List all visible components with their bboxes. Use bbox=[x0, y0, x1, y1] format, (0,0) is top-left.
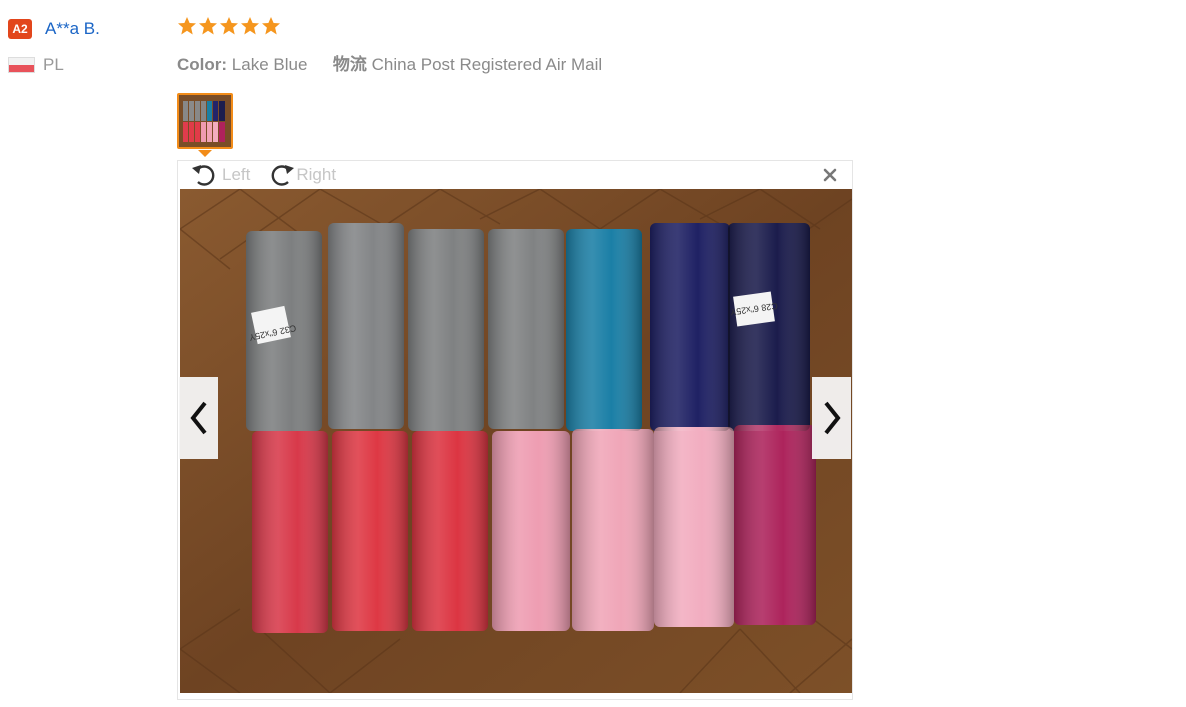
color-label: Color: bbox=[177, 55, 228, 74]
photo-viewer: Left Right C32 6"x25Y C28 6"x25Y bbox=[177, 160, 853, 700]
star-rating bbox=[177, 16, 877, 38]
reviewer-info: A2 A**a B. PL bbox=[8, 18, 168, 76]
rotate-right-label: Right bbox=[296, 165, 337, 184]
star-icon bbox=[262, 17, 280, 35]
shipping-label: 物流 bbox=[332, 55, 367, 74]
reviewer-name[interactable]: A**a B. bbox=[45, 19, 100, 39]
star-icon bbox=[178, 17, 196, 35]
star-icon bbox=[220, 17, 238, 35]
rotate-left-icon bbox=[192, 165, 215, 186]
color-value: Lake Blue bbox=[231, 55, 308, 74]
close-icon[interactable] bbox=[822, 167, 838, 183]
review-photo-thumbnail[interactable] bbox=[177, 93, 233, 149]
rotate-right-button[interactable]: Right bbox=[264, 161, 336, 189]
rotate-toolbar: Left Right bbox=[190, 161, 350, 189]
level-badge: A2 bbox=[8, 19, 32, 39]
rotate-left-label: Left bbox=[222, 165, 251, 184]
shipping-value: China Post Registered Air Mail bbox=[371, 55, 603, 74]
previous-photo-button[interactable] bbox=[179, 377, 218, 459]
poland-flag-icon bbox=[8, 57, 35, 73]
rotate-left-button[interactable]: Left bbox=[190, 161, 250, 189]
star-icon bbox=[199, 17, 217, 35]
reviewer-country: PL bbox=[43, 55, 64, 74]
order-info: Color: Lake Blue 物流 China Post Registere… bbox=[177, 50, 877, 75]
star-icon bbox=[241, 17, 259, 35]
review-body: Color: Lake Blue 物流 China Post Registere… bbox=[177, 16, 877, 75]
rotate-right-icon bbox=[272, 165, 295, 186]
chevron-left-icon bbox=[189, 401, 207, 435]
next-photo-button[interactable] bbox=[812, 377, 851, 459]
thumbnail-pointer-icon bbox=[198, 150, 212, 157]
chevron-right-icon bbox=[823, 401, 841, 435]
review-photo: C32 6"x25Y C28 6"x25Y bbox=[180, 189, 852, 693]
